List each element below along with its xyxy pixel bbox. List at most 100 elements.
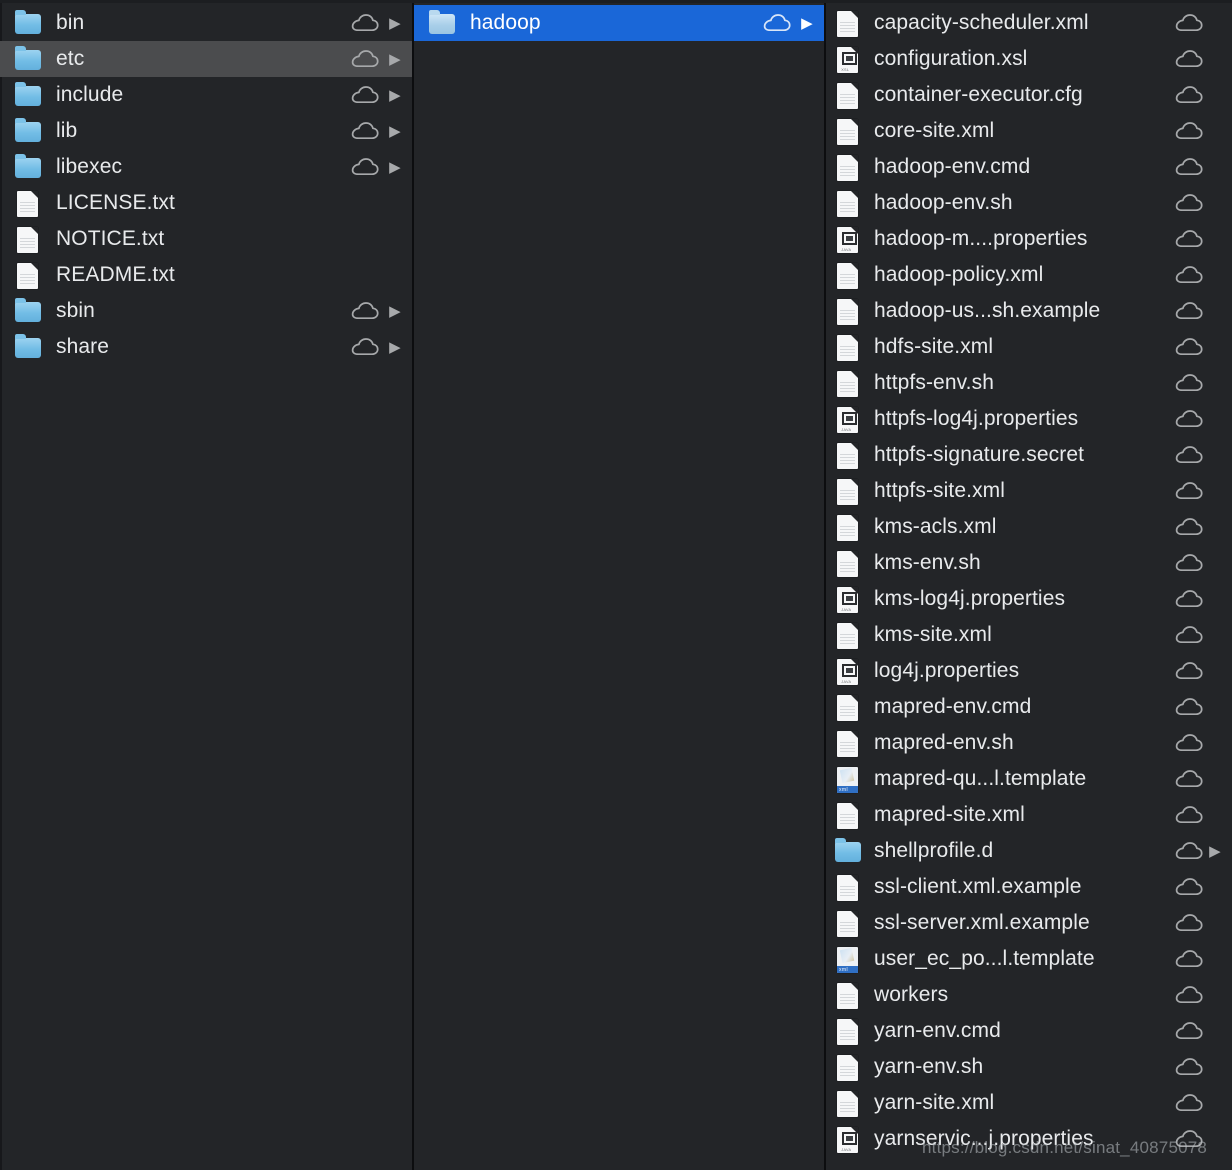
icloud-download-icon[interactable] [1174,445,1204,465]
folder-row[interactable]: libexec▶ [0,149,412,185]
folder-row[interactable]: shellprofile.d▶ [826,833,1232,869]
icloud-download-icon[interactable] [1174,337,1204,357]
icloud-download-icon[interactable] [1174,769,1204,789]
icloud-download-icon[interactable] [1174,157,1204,177]
file-row[interactable]: yarn-site.xml▶ [826,1085,1232,1121]
icloud-download-icon[interactable] [1174,193,1204,213]
icloud-download-icon[interactable] [350,193,380,213]
icloud-download-icon[interactable] [1174,697,1204,717]
icloud-download-icon[interactable] [1174,841,1204,861]
icloud-download-icon[interactable] [1174,661,1204,681]
file-row[interactable]: kms-site.xml▶ [826,617,1232,653]
icloud-download-icon[interactable] [1174,409,1204,429]
chevron-right-icon[interactable]: ▶ [386,124,404,139]
icloud-download-icon[interactable] [1174,553,1204,573]
icloud-download-icon[interactable] [1174,733,1204,753]
icloud-download-icon[interactable] [1174,373,1204,393]
folder-row[interactable]: share▶ [0,329,412,365]
icloud-download-icon[interactable] [1174,589,1204,609]
icloud-download-icon[interactable] [1174,805,1204,825]
icloud-download-icon[interactable] [350,13,380,33]
file-row[interactable]: httpfs-signature.secret▶ [826,437,1232,473]
file-row[interactable]: container-executor.cfg▶ [826,77,1232,113]
folder-row[interactable]: lib▶ [0,113,412,149]
file-row[interactable]: hdfs-site.xml▶ [826,329,1232,365]
file-row[interactable]: mapred-env.cmd▶ [826,689,1232,725]
icloud-download-icon[interactable] [350,121,380,141]
folder-row[interactable]: etc▶ [0,41,412,77]
file-row[interactable]: yarn-env.sh▶ [826,1049,1232,1085]
chevron-right-icon[interactable]: ▶ [386,52,404,67]
file-row[interactable]: xmluser_ec_po...l.template▶ [826,941,1232,977]
file-row[interactable]: workers▶ [826,977,1232,1013]
icloud-download-icon[interactable] [1174,517,1204,537]
file-row[interactable]: yarn-env.cmd▶ [826,1013,1232,1049]
file-row[interactable]: NOTICE.txt▶ [0,221,412,257]
icloud-download-icon[interactable] [1174,229,1204,249]
icloud-download-icon[interactable] [1174,625,1204,645]
file-row[interactable]: xmlmapred-qu...l.template▶ [826,761,1232,797]
browser-column-3[interactable]: capacity-scheduler.xml▶XSLconfiguration.… [826,0,1232,1170]
file-row[interactable]: XSLconfiguration.xsl▶ [826,41,1232,77]
icloud-download-icon[interactable] [1174,985,1204,1005]
file-row[interactable]: JAVAlog4j.properties▶ [826,653,1232,689]
file-row[interactable]: core-site.xml▶ [826,113,1232,149]
browser-column-2[interactable]: hadoop▶ [414,0,826,1170]
icloud-download-icon[interactable] [1174,301,1204,321]
file-row[interactable]: LICENSE.txt▶ [0,185,412,221]
file-row[interactable]: hadoop-env.sh▶ [826,185,1232,221]
file-row[interactable]: hadoop-us...sh.example▶ [826,293,1232,329]
file-row[interactable]: hadoop-env.cmd▶ [826,149,1232,185]
icloud-download-icon[interactable] [350,85,380,105]
icloud-download-icon[interactable] [350,49,380,69]
icloud-download-icon[interactable] [1174,1129,1204,1149]
icloud-download-icon[interactable] [350,157,380,177]
icloud-download-icon[interactable] [762,13,792,33]
document-icon [834,873,862,901]
file-row[interactable]: httpfs-site.xml▶ [826,473,1232,509]
icloud-download-icon[interactable] [1174,49,1204,69]
file-row[interactable]: JAVAkms-log4j.properties▶ [826,581,1232,617]
document-icon [834,1017,862,1045]
icloud-download-icon[interactable] [1174,1021,1204,1041]
icloud-download-icon[interactable] [1174,949,1204,969]
icloud-download-icon[interactable] [1174,121,1204,141]
folder-row[interactable]: hadoop▶ [414,5,824,41]
folder-row[interactable]: include▶ [0,77,412,113]
file-row[interactable]: README.txt▶ [0,257,412,293]
icloud-download-icon[interactable] [1174,13,1204,33]
chevron-right-icon[interactable]: ▶ [386,340,404,355]
browser-column-1[interactable]: bin▶etc▶include▶lib▶libexec▶LICENSE.txt▶… [0,0,414,1170]
icloud-download-icon[interactable] [350,337,380,357]
file-row[interactable]: JAVAyarnservic...j.properties▶ [826,1121,1232,1157]
chevron-right-icon[interactable]: ▶ [386,304,404,319]
icloud-download-icon[interactable] [1174,481,1204,501]
file-row[interactable]: httpfs-env.sh▶ [826,365,1232,401]
file-row[interactable]: mapred-env.sh▶ [826,725,1232,761]
file-row[interactable]: JAVAhadoop-m....properties▶ [826,221,1232,257]
icloud-download-icon[interactable] [1174,85,1204,105]
file-row[interactable]: ssl-server.xml.example▶ [826,905,1232,941]
chevron-right-icon[interactable]: ▶ [798,16,816,31]
chevron-right-icon[interactable]: ▶ [1206,844,1224,859]
icloud-download-icon[interactable] [1174,265,1204,285]
icloud-download-icon[interactable] [350,301,380,321]
file-row[interactable]: mapred-site.xml▶ [826,797,1232,833]
chevron-right-icon[interactable]: ▶ [386,160,404,175]
chevron-right-icon[interactable]: ▶ [386,88,404,103]
icloud-download-icon[interactable] [350,229,380,249]
file-row[interactable]: kms-env.sh▶ [826,545,1232,581]
icloud-download-icon[interactable] [1174,877,1204,897]
icloud-download-icon[interactable] [1174,1093,1204,1113]
chevron-right-icon[interactable]: ▶ [386,16,404,31]
folder-row[interactable]: sbin▶ [0,293,412,329]
icloud-download-icon[interactable] [1174,1057,1204,1077]
file-row[interactable]: ssl-client.xml.example▶ [826,869,1232,905]
icloud-download-icon[interactable] [350,265,380,285]
file-row[interactable]: kms-acls.xml▶ [826,509,1232,545]
file-row[interactable]: capacity-scheduler.xml▶ [826,5,1232,41]
folder-row[interactable]: bin▶ [0,5,412,41]
file-row[interactable]: JAVAhttpfs-log4j.properties▶ [826,401,1232,437]
icloud-download-icon[interactable] [1174,913,1204,933]
file-row[interactable]: hadoop-policy.xml▶ [826,257,1232,293]
